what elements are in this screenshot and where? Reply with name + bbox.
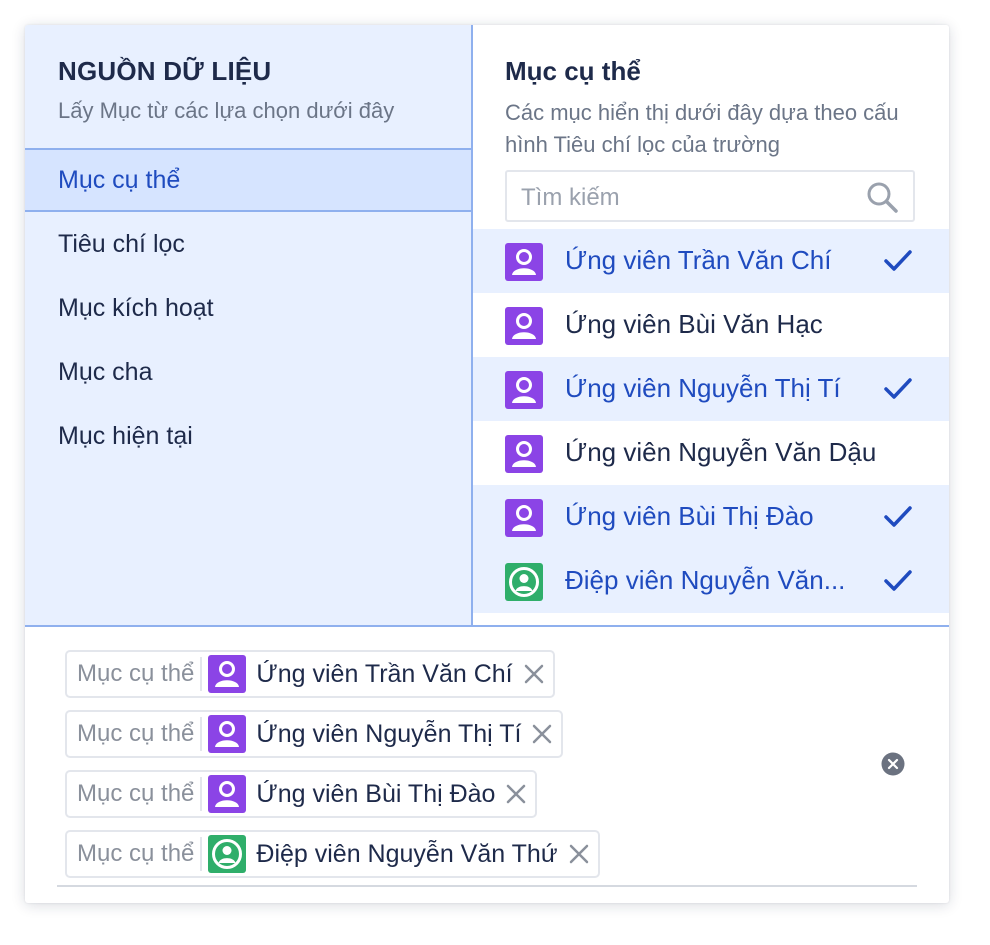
remove-tag-icon[interactable] (531, 723, 553, 745)
source-option-specific-items[interactable]: Mục cụ thể (25, 148, 471, 212)
item-name: Điệp viên Nguyễn Văn... (565, 565, 846, 595)
item-name: Ứng viên Trần Văn Chí (565, 245, 832, 275)
tag-separator (200, 717, 203, 751)
source-options-list: Mục cụ thể Tiêu chí lọc Mục kích hoạt Mụ… (25, 148, 471, 468)
selected-tag: Mục cụ thể Ứng viên Trần Văn Chí (65, 650, 555, 698)
selected-tags: Mục cụ thể Ứng viên Trần Văn Chí Mục cụ … (65, 650, 865, 890)
tag-name: Điệp viên Nguyễn Văn Thứ (256, 839, 558, 868)
selected-tag: Mục cụ thể Ứng viên Nguyễn Thị Tí (65, 710, 564, 758)
check-icon (884, 506, 912, 527)
user-icon (208, 715, 247, 753)
panel-divider (25, 625, 949, 627)
data-source-picker: NGUỒN DỮ LIỆU Lấy Mục từ các lựa chọn dư… (25, 25, 949, 903)
tag-name: Ứng viên Bùi Thị Đào (256, 779, 496, 808)
selected-tag: Mục cụ thể Điệp viên Nguyễn Văn Thứ (65, 830, 600, 878)
search-input[interactable]: Tìm kiếm (505, 170, 915, 222)
user-icon (505, 307, 543, 345)
item-list: Ứng viên Trần Văn Chí Ứng viên Bùi Văn H… (473, 229, 949, 613)
check-icon (884, 570, 912, 591)
list-item[interactable]: Ứng viên Nguyễn Văn Dậu (473, 421, 949, 485)
tag-prefix: Mục cụ thể (77, 720, 195, 747)
detail-panel: Mục cụ thể Các mục hiển thị dưới đây dựa… (473, 25, 949, 625)
detail-panel-subtitle: Các mục hiển thị dưới đây dựa theo cấu h… (505, 100, 899, 157)
remove-tag-icon[interactable] (523, 663, 545, 685)
source-panel-title: NGUỒN DỮ LIỆU (58, 56, 272, 86)
list-item[interactable]: Ứng viên Nguyễn Thị Tí (473, 357, 949, 421)
user-icon (505, 371, 543, 409)
list-item[interactable]: Ứng viên Trần Văn Chí (473, 229, 949, 293)
search-placeholder: Tìm kiếm (521, 184, 620, 211)
remove-tag-icon[interactable] (505, 783, 527, 805)
list-item[interactable]: Ứng viên Bùi Thị Đào (473, 485, 949, 549)
tag-prefix: Mục cụ thể (77, 840, 195, 867)
item-name: Ứng viên Nguyễn Thị Tí (565, 373, 841, 403)
source-panel-subtitle: Lấy Mục từ các lựa chọn dưới đây (58, 98, 395, 123)
clear-all-icon[interactable] (881, 752, 905, 776)
tag-name: Ứng viên Nguyễn Thị Tí (256, 719, 522, 748)
user-icon (208, 655, 247, 693)
tag-prefix: Mục cụ thể (77, 780, 195, 807)
check-icon (884, 250, 912, 271)
item-name: Ứng viên Nguyễn Văn Dậu (565, 437, 877, 467)
search-icon[interactable] (865, 180, 899, 214)
source-option-filter-criteria[interactable]: Tiêu chí lọc (25, 212, 471, 276)
tags-field-underline (57, 885, 917, 887)
tag-prefix: Mục cụ thể (77, 660, 195, 687)
source-option-trigger-item[interactable]: Mục kích hoạt (25, 276, 471, 340)
tag-separator (200, 777, 203, 811)
item-name: Ứng viên Bùi Thị Đào (565, 501, 814, 531)
user-icon (208, 775, 247, 813)
user-circle-icon (505, 563, 543, 601)
user-icon (505, 243, 543, 281)
item-name: Ứng viên Bùi Văn Hạc (565, 309, 823, 339)
list-item[interactable]: Ứng viên Bùi Văn Hạc (473, 293, 949, 357)
list-item[interactable]: Điệp viên Nguyễn Văn... (473, 549, 949, 613)
tag-separator (200, 657, 203, 691)
selected-tag: Mục cụ thể Ứng viên Bùi Thị Đào (65, 770, 538, 818)
tag-separator (200, 837, 203, 871)
source-option-current-item[interactable]: Mục hiện tại (25, 404, 471, 468)
tag-name: Ứng viên Trần Văn Chí (256, 659, 513, 688)
remove-tag-icon[interactable] (568, 843, 590, 865)
source-option-parent-item[interactable]: Mục cha (25, 340, 471, 404)
user-icon (505, 499, 543, 537)
user-circle-icon (208, 835, 247, 873)
detail-panel-title: Mục cụ thể (505, 56, 641, 86)
source-panel: NGUỒN DỮ LIỆU Lấy Mục từ các lựa chọn dư… (25, 25, 473, 625)
check-icon (884, 378, 912, 399)
user-icon (505, 435, 543, 473)
